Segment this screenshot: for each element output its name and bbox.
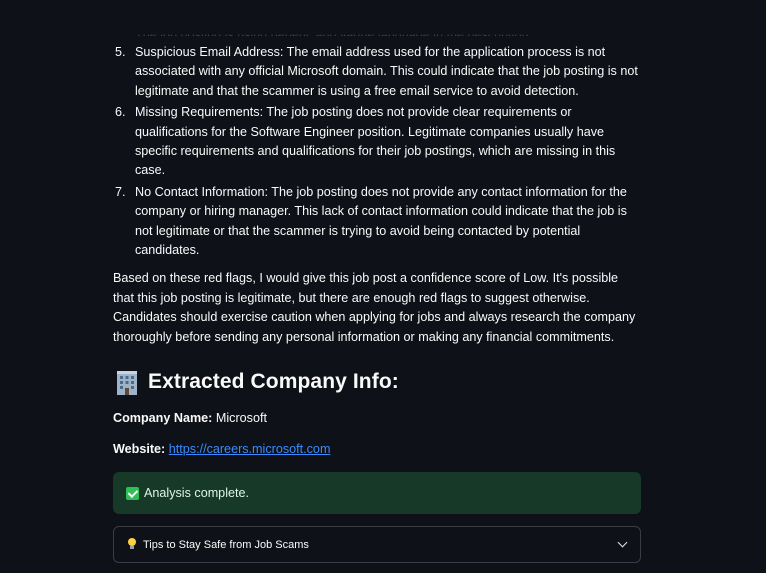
main-content: The job posting is using generic and vag… xyxy=(113,26,641,564)
list-item: 7. No Contact Information: The job posti… xyxy=(113,183,641,261)
office-building-icon xyxy=(115,369,139,396)
light-bulb-icon xyxy=(127,538,137,551)
section-title: Extracted Company Info: xyxy=(148,370,399,394)
list-item: 6. Missing Requirements: The job posting… xyxy=(113,103,641,181)
summary-paragraph: Based on these red flags, I would give t… xyxy=(113,271,636,344)
app-page: The job posting is using generic and vag… xyxy=(0,0,766,573)
website-label: Website: xyxy=(113,442,166,457)
list-number: 6. xyxy=(115,105,126,120)
company-name-value: Microsoft xyxy=(215,411,267,426)
list-text: Missing Requirements: The job posting do… xyxy=(135,105,616,178)
list-number: 7. xyxy=(115,184,126,199)
company-info-heading: Extracted Company Info: xyxy=(113,367,641,397)
red-flags-list: 5. Suspicious Email Address: The email a… xyxy=(113,43,641,260)
list-number: 5. xyxy=(115,45,126,59)
partial-red-flag-text: The job posting is using generic and vag… xyxy=(113,26,641,36)
list-text: Suspicious Email Address: The email addr… xyxy=(135,45,638,98)
company-name-row: Company Name: Microsoft xyxy=(113,409,641,428)
company-name-label: Company Name: xyxy=(113,411,213,426)
list-text: No Contact Information: The job posting … xyxy=(135,184,627,258)
list-item: 5. Suspicious Email Address: The email a… xyxy=(113,43,641,101)
website-link[interactable]: https://careers.microsoft.com xyxy=(169,442,331,456)
expander-label: Tips to Stay Safe from Job Scams xyxy=(143,538,309,551)
tips-expander[interactable]: Tips to Stay Safe from Job Scams xyxy=(113,526,641,564)
check-mark-icon xyxy=(126,486,139,500)
status-text: Analysis complete. xyxy=(144,486,249,501)
website-row: Website: https://careers.microsoft.com xyxy=(113,440,641,459)
status-alert: Analysis complete. xyxy=(113,472,641,515)
partial-text: The job posting is using generic and vag… xyxy=(135,28,529,36)
chevron-down-icon[interactable] xyxy=(617,537,628,548)
